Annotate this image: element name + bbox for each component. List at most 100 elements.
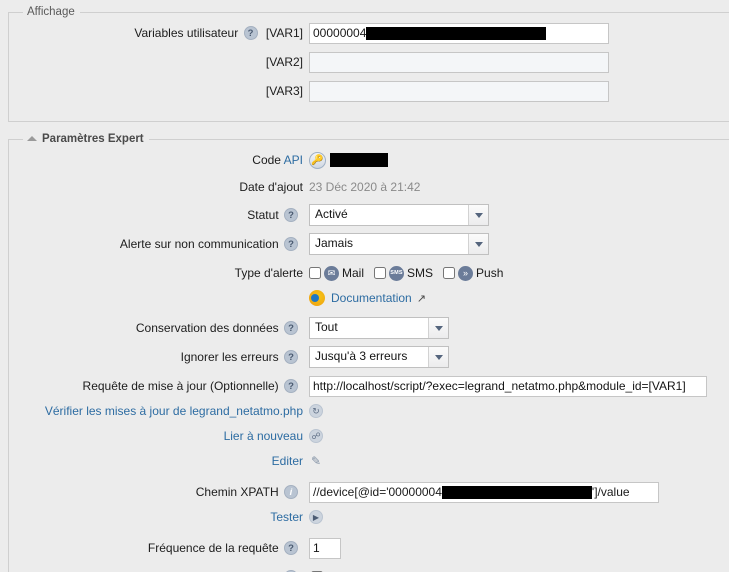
var2-field-wrap: [309, 51, 609, 73]
status-value: Activé: [315, 207, 348, 221]
mail-label: Mail: [342, 266, 365, 280]
date-added-value: 23 Déc 2020 à 21:42: [309, 180, 421, 194]
test-link[interactable]: Tester: [9, 510, 309, 524]
edit-row: Editer ✎: [9, 450, 729, 472]
push-label: Push: [476, 266, 504, 280]
data-retention-select[interactable]: Tout: [309, 317, 449, 339]
data-retention-row: Conservation des données ? Tout: [9, 317, 729, 339]
date-added-row: Date d'ajout 23 Déc 2020 à 21:42: [9, 176, 729, 198]
documentation-link[interactable]: Documentation: [331, 291, 412, 305]
alert-type-label: Type d'alerte: [234, 266, 303, 280]
help-icon[interactable]: ?: [284, 541, 298, 556]
info-icon[interactable]: i: [284, 485, 298, 500]
alert-option-sms[interactable]: SMS SMS: [374, 265, 433, 281]
request-frequency-input[interactable]: [309, 537, 341, 559]
var3-field-wrap: [309, 80, 609, 102]
status-select-button[interactable]: [468, 205, 488, 225]
key-icon[interactable]: 🔑: [309, 151, 326, 169]
mail-checkbox[interactable]: [309, 267, 321, 279]
edit-link[interactable]: Editer: [9, 454, 309, 468]
ignore-errors-field-wrap: Jusqu'à 3 erreurs: [309, 346, 449, 368]
date-added-label: Date d'ajout: [239, 180, 303, 194]
help-icon[interactable]: ?: [284, 237, 298, 252]
date-added-value-wrap: 23 Déc 2020 à 21:42: [309, 180, 420, 194]
no-comm-alert-row: Alerte sur non communication ? Jamais: [9, 233, 729, 255]
help-icon[interactable]: ?: [243, 26, 258, 41]
edit-icon-wrap: ✎: [309, 454, 323, 468]
expert-fieldset: Paramètres Expert Code API 🔑 Date d'ajou…: [8, 133, 729, 572]
check-updates-link[interactable]: Vérifier les mises à jour de legrand_net…: [9, 404, 309, 418]
xpath-row: Chemin XPATH i //device[@id='00000004 ']/…: [9, 481, 729, 503]
var3-tag-label: [VAR3]: [265, 84, 303, 98]
collapse-triangle-icon[interactable]: [27, 136, 37, 141]
api-code-redaction: [330, 153, 388, 167]
chevron-down-icon: [434, 325, 443, 331]
help-icon[interactable]: ?: [284, 379, 298, 394]
update-request-input[interactable]: [309, 375, 707, 397]
play-icon[interactable]: ▶: [309, 510, 323, 524]
mail-icon: ✉: [324, 265, 339, 281]
relink-link[interactable]: Lier à nouveau: [9, 429, 309, 443]
update-request-row: Requête de mise à jour (Optionnelle) ?: [9, 375, 729, 397]
api-code-row: Code API 🔑: [9, 149, 729, 171]
check-updates-row: Vérifier les mises à jour de legrand_net…: [9, 400, 729, 422]
ignore-errors-select[interactable]: Jusqu'à 3 erreurs: [309, 346, 449, 368]
update-request-field-wrap: [309, 375, 707, 397]
push-icon: »: [458, 265, 474, 281]
expert-legend[interactable]: Paramètres Expert: [23, 133, 149, 145]
refresh-icon[interactable]: ↻: [309, 404, 323, 418]
data-retention-field-wrap: Tout: [309, 317, 449, 339]
xpath-input[interactable]: //device[@id='00000004 ']/value: [309, 481, 659, 503]
link-icon[interactable]: ☍: [309, 429, 323, 443]
user-variable-row-3: [VAR3]: [9, 80, 729, 102]
alert-option-mail[interactable]: ✉ Mail: [309, 265, 365, 281]
var1-field-wrap: 00000004: [309, 22, 609, 44]
json-to-xml-row: Convertir le JSON en XML ?: [9, 566, 729, 572]
var1-value: 00000004: [313, 26, 367, 40]
expert-legend-text: Paramètres Expert: [42, 133, 144, 145]
no-comm-alert-value: Jamais: [315, 236, 354, 250]
help-icon[interactable]: ?: [284, 208, 298, 223]
request-frequency-row: Fréquence de la requête ?: [9, 537, 729, 559]
chevron-down-icon: [434, 354, 443, 360]
chevron-down-icon: [474, 212, 483, 218]
var1-input[interactable]: 00000004: [309, 22, 609, 44]
request-frequency-label: Fréquence de la requête ?: [9, 541, 309, 556]
var1-tag: [VAR1]: [265, 25, 303, 40]
help-icon[interactable]: ?: [284, 350, 298, 365]
var3-input[interactable]: [309, 80, 609, 102]
status-select[interactable]: Activé: [309, 204, 489, 226]
var2-input[interactable]: [309, 51, 609, 73]
pencil-icon[interactable]: ✎: [309, 454, 323, 468]
alert-type-row: Type d'alerte ✉ Mail SMS SMS » Push: [9, 262, 729, 284]
help-icon[interactable]: ?: [284, 321, 298, 336]
display-legend: Affichage: [27, 6, 75, 18]
request-frequency-field-wrap: [309, 537, 341, 559]
external-link-icon[interactable]: ↗: [417, 292, 426, 305]
no-comm-alert-select-button[interactable]: [468, 234, 488, 254]
user-variable-row-2: [VAR2]: [9, 51, 729, 73]
status-label: Statut ?: [9, 208, 309, 223]
push-checkbox[interactable]: [443, 267, 456, 279]
ignore-errors-select-button[interactable]: [428, 347, 448, 367]
var2-tag-label: [VAR2]: [265, 55, 303, 69]
xpath-field-wrap: //device[@id='00000004 ']/value: [309, 481, 659, 503]
sms-checkbox[interactable]: [374, 267, 387, 279]
var1-redaction: [366, 26, 547, 40]
check-updates-icon-wrap: ↻: [309, 404, 323, 418]
no-comm-alert-label: Alerte sur non communication ?: [9, 237, 309, 252]
xpath-value-prefix: //device[@id='00000004: [313, 485, 442, 499]
data-retention-select-button[interactable]: [428, 318, 448, 338]
status-row: Statut ? Activé: [9, 204, 729, 226]
relink-icon-wrap: ☍: [309, 429, 323, 443]
documentation-link-wrap[interactable]: Documentation ↗: [309, 290, 426, 306]
relink-row: Lier à nouveau ☍: [9, 425, 729, 447]
update-request-label: Requête de mise à jour (Optionnelle) ?: [9, 379, 309, 394]
alert-option-push[interactable]: » Push: [443, 265, 504, 281]
api-link[interactable]: API: [284, 153, 303, 167]
no-comm-alert-select[interactable]: Jamais: [309, 233, 489, 255]
settings-page: Affichage Variables utilisateur ? [VAR1]…: [0, 6, 729, 572]
chevron-down-icon: [474, 241, 483, 247]
data-retention-value: Tout: [315, 320, 338, 334]
api-code-label: Code API: [252, 153, 303, 167]
